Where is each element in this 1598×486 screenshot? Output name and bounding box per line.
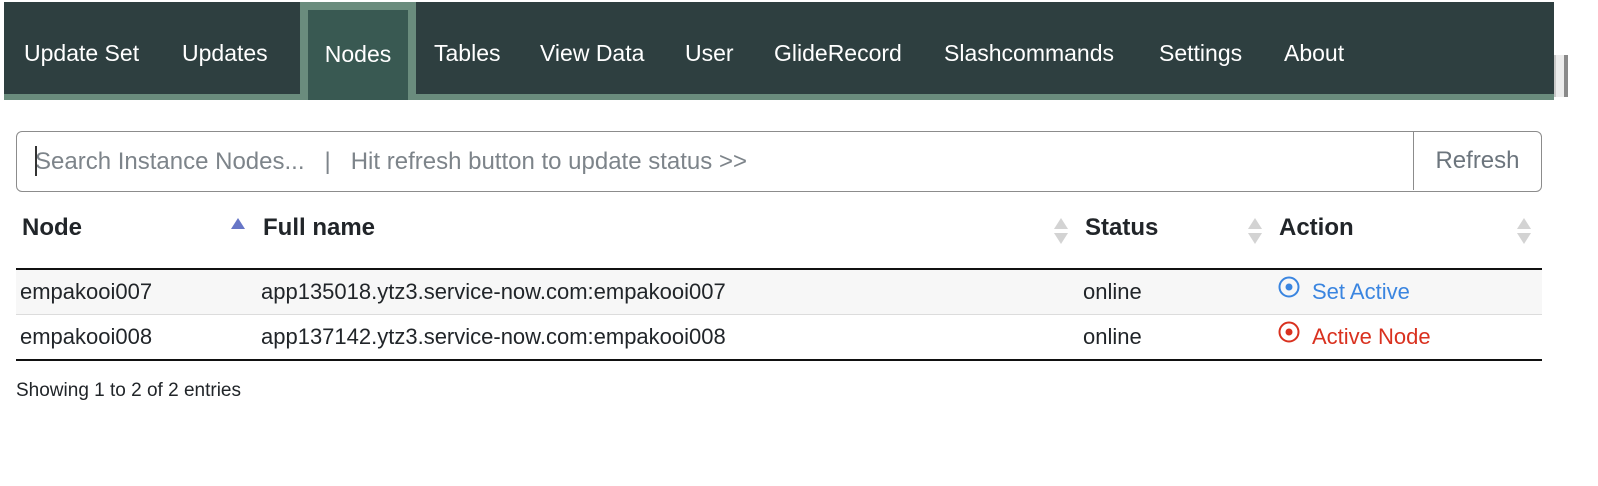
status-cell: online [1083,324,1142,349]
status-cell: online [1083,279,1142,304]
search-input[interactable] [33,132,1407,192]
search-bar: Refresh [16,131,1542,192]
target-icon [1278,314,1300,358]
sort-both-icon[interactable] [1054,216,1068,246]
node-cell: empakooi008 [20,324,153,349]
tab-gliderecord[interactable]: GlideRecord [774,2,902,94]
column-header-action[interactable]: Action [1279,214,1354,248]
tab-settings[interactable]: Settings [1159,2,1242,94]
tab-about[interactable]: About [1284,2,1344,94]
window-edge-shadow [1564,55,1568,97]
full-name-cell: app137142.ytz3.service-now.com:empakooi0… [261,324,726,349]
full-name-cell: app135018.ytz3.service-now.com:empakooi0… [261,279,726,304]
sort-both-icon[interactable] [1248,216,1262,246]
table-info: Showing 1 to 2 of 2 entries [16,380,241,401]
tab-updates[interactable]: Updates [182,2,268,94]
table-row: empakooi008 app137142.ytz3.service-now.c… [16,315,1542,359]
active-node-button[interactable]: Active Node [1278,315,1431,360]
tab-slashcommands[interactable]: Slashcommands [944,2,1114,94]
sort-both-icon[interactable] [1517,216,1531,246]
node-cell: empakooi007 [20,279,153,304]
table-row: empakooi007 app135018.ytz3.service-now.c… [16,270,1542,315]
set-active-button[interactable]: Set Active [1278,270,1410,315]
refresh-button[interactable]: Refresh [1413,132,1541,190]
tab-view-data[interactable]: View Data [540,2,644,94]
tab-tables[interactable]: Tables [434,2,500,94]
action-label: Active Node [1312,324,1431,349]
top-navigation: Update Set Updates Nodes Tables View Dat… [4,2,1554,100]
table-bottom-divider [16,359,1542,361]
column-header-full-name[interactable]: Full name [263,214,375,248]
tab-update-set[interactable]: Update Set [24,2,139,94]
target-icon [1278,269,1300,313]
text-caret [35,146,37,176]
action-label: Set Active [1312,279,1410,304]
tab-nodes[interactable]: Nodes [300,2,416,100]
tab-user[interactable]: User [685,2,734,94]
column-header-node[interactable]: Node [22,214,82,248]
sort-asc-icon[interactable] [231,216,245,246]
column-header-status[interactable]: Status [1085,214,1158,248]
